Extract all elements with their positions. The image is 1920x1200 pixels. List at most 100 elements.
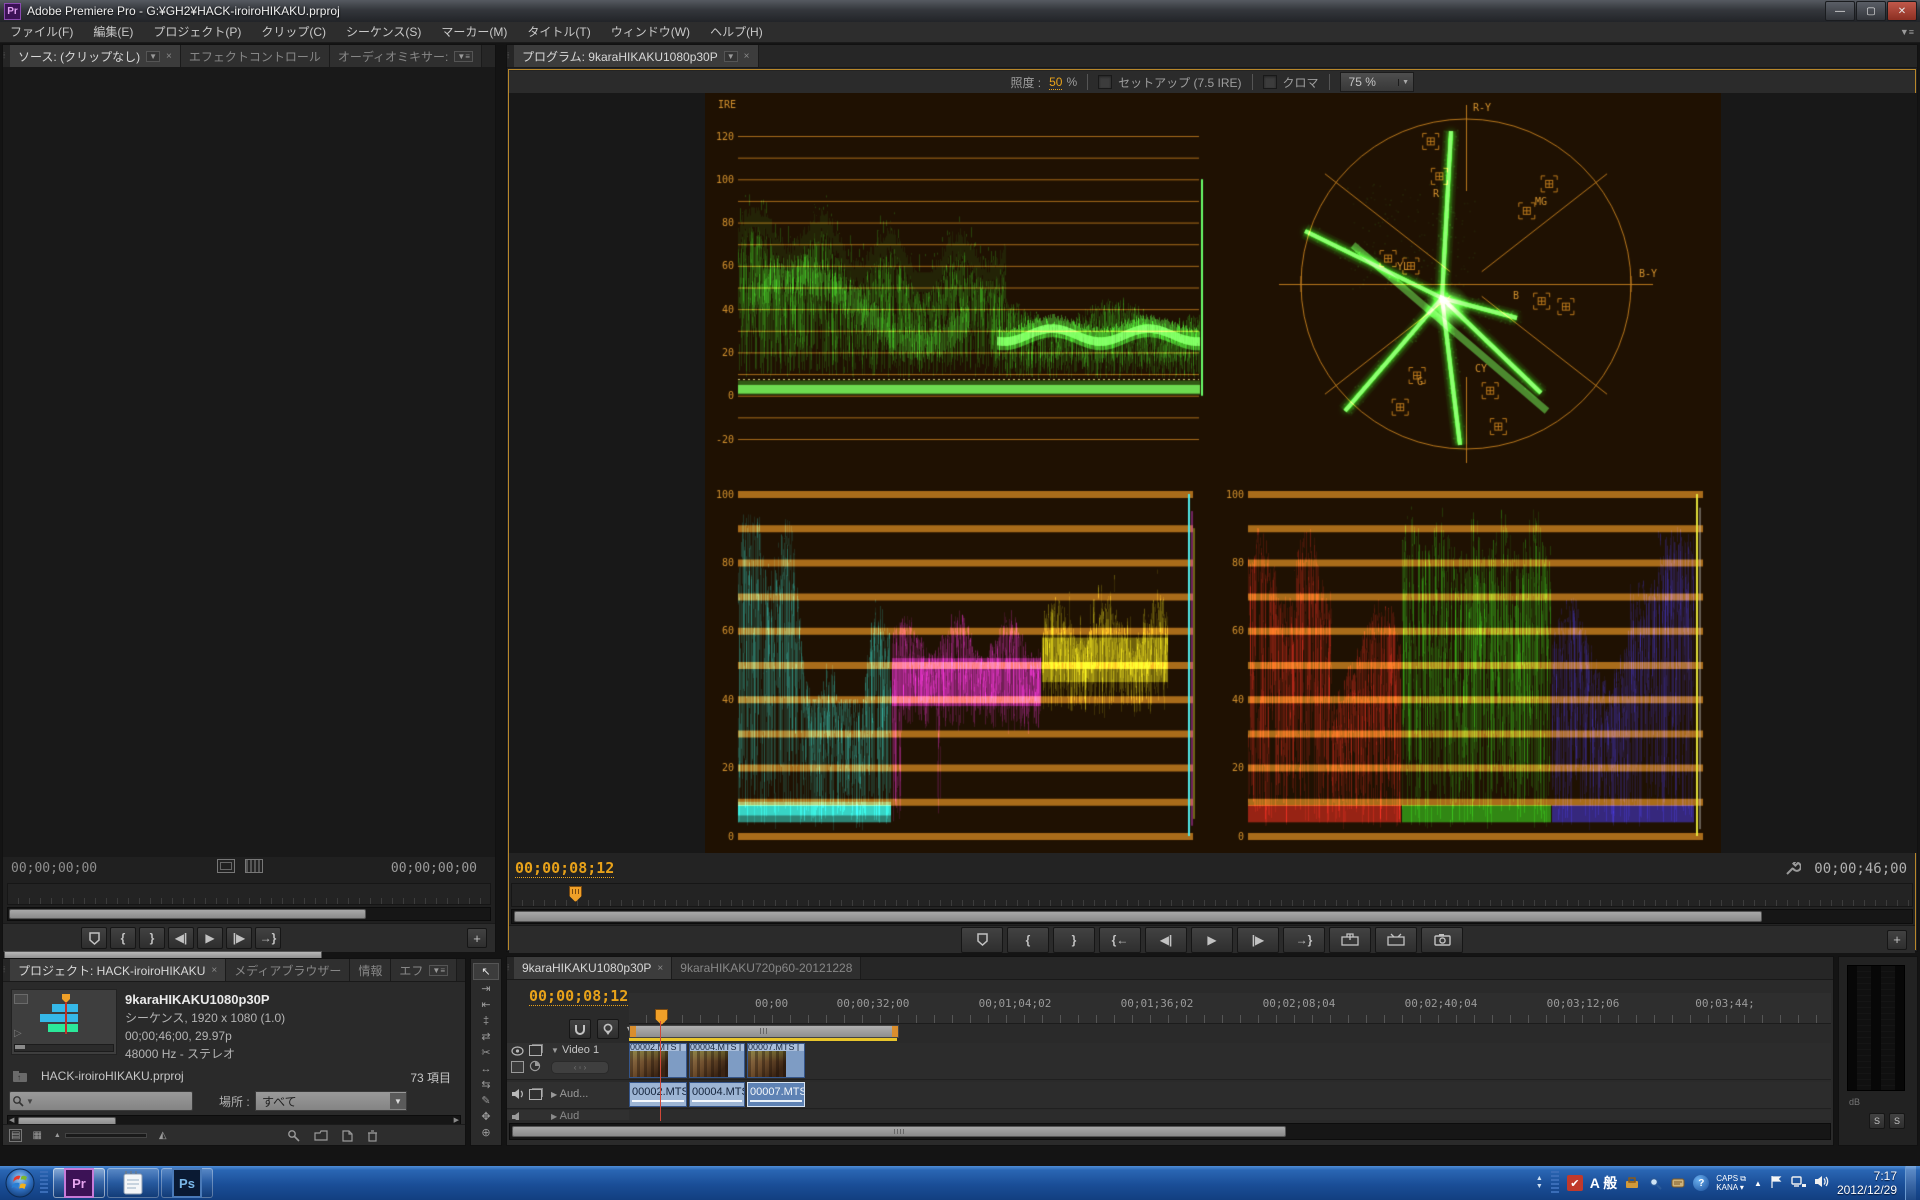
source-tab-0[interactable]: ソース: (クリップなし)▼× <box>10 45 181 67</box>
setup-checkbox[interactable] <box>1098 75 1112 89</box>
program-playhead[interactable] <box>569 886 582 902</box>
new-bin-icon[interactable] <box>314 1128 328 1142</box>
program-mini-ruler[interactable] <box>511 883 1913 907</box>
tool-rolling-edit[interactable]: ‡ <box>474 1013 498 1028</box>
timeline-current-timecode[interactable]: 00;00;08;12 <box>529 987 628 1006</box>
mark-in-button[interactable]: { <box>110 927 136 949</box>
show-desktop-button[interactable] <box>1905 1166 1916 1200</box>
mark-in-button[interactable]: { <box>1007 927 1049 953</box>
tool-pen[interactable]: ✎ <box>474 1093 498 1108</box>
timeline-tab-0[interactable]: 9karaHIKAKU1080p30P× <box>514 957 672 979</box>
lift-button[interactable] <box>1329 927 1371 953</box>
keyframe-nav[interactable]: ‹ ◦ › <box>551 1061 609 1074</box>
panel-menu-icon[interactable]: ▼≡ <box>429 965 448 976</box>
ime-security-icon[interactable]: ✔ <box>1567 1175 1583 1191</box>
project-tab-0[interactable]: プロジェクト: HACK-iroiroHIKAKU× <box>10 959 226 981</box>
video-clip-0[interactable]: 00002.MTS [ <box>629 1043 687 1078</box>
speaker-icon[interactable] <box>511 1088 524 1103</box>
menu-item-7[interactable]: ウィンドウ(W) <box>601 22 700 42</box>
play-button[interactable]: ▶ <box>197 927 223 949</box>
audio-clip-2[interactable]: 00007.MTS [ <box>747 1082 805 1107</box>
video-track-name[interactable]: ▼ Video 1 <box>551 1044 599 1056</box>
zoom-slider-thumb[interactable]: ▲ <box>54 1132 61 1139</box>
timeline-scrollbar[interactable]: ⦙ <box>509 1123 1831 1140</box>
menu-item-6[interactable]: タイトル(T) <box>517 22 600 42</box>
search-input[interactable]: ▼ <box>9 1091 193 1111</box>
toggle-track-output-icon[interactable] <box>511 1045 524 1059</box>
audio-track2-lane[interactable] <box>629 1110 1831 1120</box>
taskbar-app-photoshop[interactable]: Ps <box>161 1168 213 1198</box>
add-marker-button[interactable] <box>961 927 1003 953</box>
panel-grip[interactable]: ⦙⦙ <box>3 45 10 67</box>
set-display-style-icon[interactable] <box>529 1045 542 1056</box>
step-forward-button[interactable]: |▶ <box>1237 927 1279 953</box>
mark-out-button[interactable]: } <box>139 927 165 949</box>
sequence-marker-icon[interactable] <box>597 1019 619 1039</box>
solo-left-button[interactable]: S <box>1869 1113 1885 1129</box>
set-display-style-icon[interactable] <box>529 1089 542 1100</box>
close-icon[interactable]: × <box>166 51 172 62</box>
help-icon[interactable]: ? <box>1693 1175 1709 1191</box>
program-current-timecode[interactable]: 00;00;08;12 <box>515 859 614 878</box>
taskbar-app-notepad[interactable] <box>107 1168 159 1198</box>
ime-dictionary-icon[interactable] <box>1647 1175 1663 1191</box>
preview-play-icon[interactable]: ▷ <box>14 1028 22 1039</box>
menu-item-1[interactable]: 編集(E) <box>83 22 143 42</box>
tab-program[interactable]: プログラム: 9karaHIKAKU1080p30P ▼ × <box>514 45 759 67</box>
menu-item-3[interactable]: クリップ(C) <box>251 22 336 42</box>
panel-grip[interactable]: ⦙⦙ <box>507 957 514 979</box>
volume-icon[interactable] <box>1814 1175 1829 1191</box>
audio-track2-name[interactable]: ▶ Aud <box>551 1110 579 1120</box>
new-item-icon[interactable] <box>342 1128 353 1142</box>
start-button[interactable] <box>0 1166 40 1200</box>
tool-rate-stretch[interactable]: ⇄ <box>474 1029 498 1044</box>
safe-margins-icon[interactable] <box>217 859 235 873</box>
tool-ripple-edit[interactable]: ⇤ <box>474 997 498 1012</box>
location-dropdown[interactable]: すべて ▼ <box>255 1091 407 1111</box>
minimize-button[interactable]: — <box>1825 1 1855 21</box>
panel-menu-icon[interactable]: ▼≡ <box>454 51 473 62</box>
maximize-button[interactable]: ▢ <box>1856 1 1886 21</box>
go-to-out-button[interactable]: →} <box>255 927 281 949</box>
chevron-down-icon[interactable]: ▼ <box>146 51 160 62</box>
extract-button[interactable] <box>1375 927 1417 953</box>
step-back-button[interactable]: ◀| <box>1145 927 1187 953</box>
taskbar-clock[interactable]: 7:17 2012/12/29 <box>1837 1169 1897 1197</box>
work-area-bar[interactable] <box>629 1025 899 1038</box>
chroma-checkbox[interactable] <box>1263 75 1277 89</box>
chevron-down-icon[interactable]: ▼ <box>724 51 738 62</box>
zoom-level-dropdown[interactable]: 75 % ▼ <box>1340 72 1414 92</box>
speaker-icon[interactable] <box>511 1111 524 1120</box>
play-button[interactable]: ▶ <box>1191 927 1233 953</box>
ime-toolbox-icon[interactable] <box>1624 1175 1640 1191</box>
project-tab-3[interactable]: エフ▼≡ <box>391 959 457 981</box>
caps-kana-indicator[interactable]: CAPS ⧉ KANA ▾ <box>1716 1174 1746 1192</box>
toolbar-scroll-icon[interactable]: ▲▼ <box>1536 1175 1543 1191</box>
menu-item-4[interactable]: シーケンス(S) <box>336 22 431 42</box>
output-settings-icon[interactable] <box>245 859 263 873</box>
preview-scrub-bar[interactable] <box>14 1044 114 1052</box>
go-to-out-button[interactable]: →} <box>1283 927 1325 953</box>
close-icon[interactable]: × <box>211 965 217 976</box>
go-to-in-button[interactable]: {← <box>1099 927 1141 953</box>
preview-thumbnail[interactable]: ▷ <box>11 989 117 1055</box>
tool-zoom[interactable]: ⊕ <box>474 1125 498 1140</box>
show-keyframes-icon[interactable] <box>529 1060 541 1075</box>
tool-track-select[interactable]: ⇥ <box>474 981 498 996</box>
audio-clip-1[interactable]: 00004.MTS [ <box>689 1082 745 1107</box>
intensity-value[interactable]: 50 <box>1049 75 1062 90</box>
menu-item-5[interactable]: マーカー(M) <box>431 22 517 42</box>
ime-pad-icon[interactable] <box>1670 1175 1686 1191</box>
close-button[interactable]: ✕ <box>1887 1 1917 21</box>
zoom-slider[interactable] <box>65 1133 147 1138</box>
video-clip-1[interactable]: 00004.MTS [ <box>689 1043 745 1078</box>
settings-wrench-icon[interactable] <box>1785 861 1801 876</box>
parent-bin-icon[interactable]: ↑ <box>13 1071 29 1083</box>
menu-item-8[interactable]: ヘルプ(H) <box>700 22 773 42</box>
find-icon[interactable] <box>287 1129 300 1142</box>
panel-grip[interactable]: ⦙⦙ <box>507 45 514 67</box>
action-center-flag-icon[interactable] <box>1770 1175 1783 1192</box>
tool-slip[interactable]: ↔ <box>474 1061 498 1076</box>
source-tab-1[interactable]: エフェクトコントロール <box>181 45 330 67</box>
tool-slide[interactable]: ⇆ <box>474 1077 498 1092</box>
